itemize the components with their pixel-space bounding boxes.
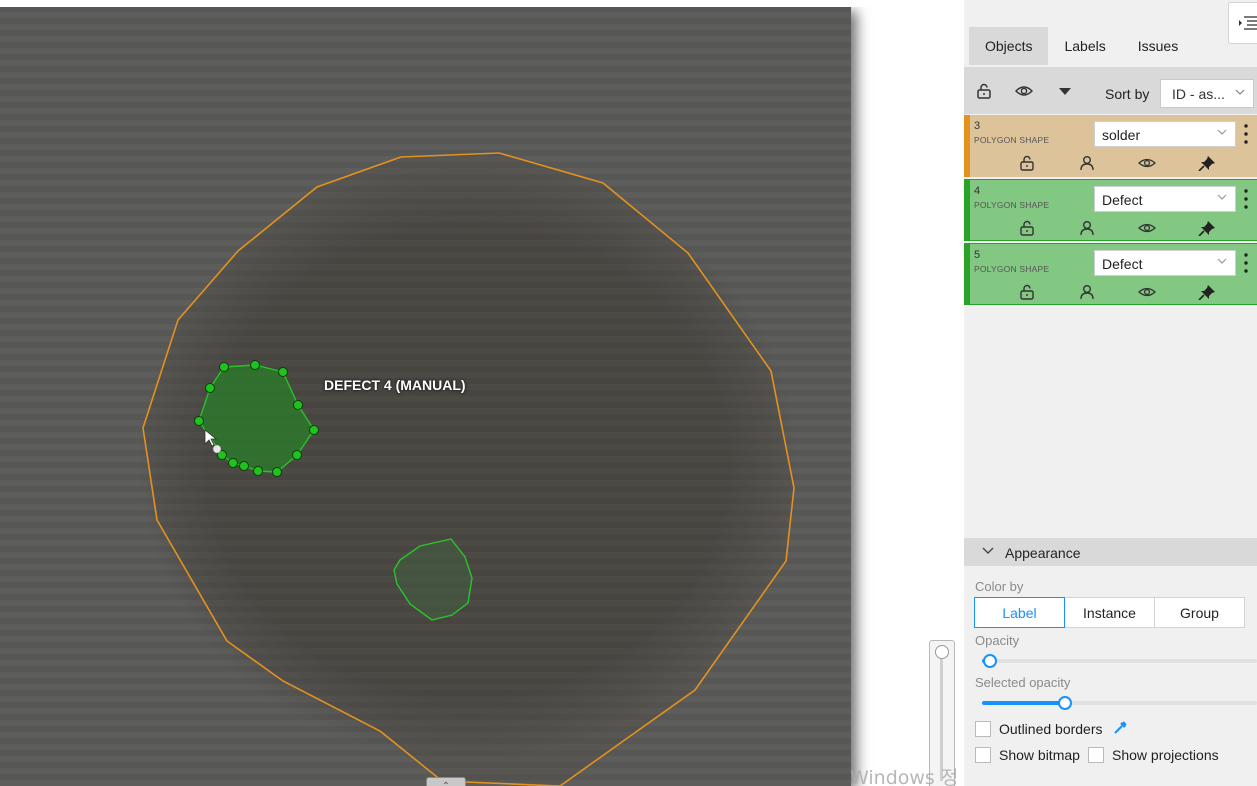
chevron-down-icon: [1217, 129, 1227, 135]
more-options-icon[interactable]: [1244, 188, 1248, 210]
show-projections-label: Show projections: [1112, 747, 1219, 763]
eye-icon[interactable]: [1138, 220, 1156, 236]
polygon-vertex-handle[interactable]: [293, 400, 303, 410]
user-icon[interactable]: [1078, 155, 1096, 171]
object-card[interactable]: 5 POLYGON SHAPE Defect: [964, 243, 1257, 305]
more-options-icon[interactable]: [1244, 252, 1248, 274]
eye-icon[interactable]: [1138, 284, 1156, 300]
appearance-header[interactable]: Appearance: [964, 538, 1257, 566]
object-label-value: Defect: [1102, 192, 1143, 208]
outlined-borders-row[interactable]: Outlined borders: [975, 720, 1128, 737]
polygon-vertex-handle[interactable]: [205, 383, 215, 393]
polygon-vertex-handle[interactable]: [250, 360, 260, 370]
object-label-value: Defect: [1102, 256, 1143, 272]
pin-icon[interactable]: [1198, 155, 1216, 171]
object-label-select[interactable]: Defect: [1094, 186, 1236, 212]
show-projections-checkbox[interactable]: [1088, 747, 1104, 763]
polygon-vertex-handle[interactable]: [309, 425, 319, 435]
opacity-slider[interactable]: [982, 654, 1257, 668]
objects-toolbar: Sort by ID - as...: [964, 67, 1257, 114]
selected-opacity-slider-fill: [982, 701, 1065, 705]
scroll-up-button[interactable]: ⌃: [426, 777, 466, 786]
polygon-vertex-handle[interactable]: [194, 416, 204, 426]
caret-down-icon[interactable]: [1056, 83, 1074, 99]
opacity-label: Opacity: [975, 633, 1020, 648]
lock-open-icon[interactable]: [1018, 284, 1036, 300]
color-picker-icon[interactable]: [1112, 720, 1128, 736]
show-bitmap-checkbox[interactable]: [975, 747, 991, 763]
sort-by-select[interactable]: ID - as...: [1160, 79, 1254, 108]
show-bitmap-row[interactable]: Show bitmap: [975, 747, 1080, 763]
color-by-instance-button[interactable]: Instance: [1064, 597, 1155, 628]
object-type: POLYGON SHAPE: [974, 264, 1050, 274]
object-card[interactable]: 4 POLYGON SHAPE Defect: [964, 179, 1257, 241]
outlined-borders-checkbox[interactable]: [975, 721, 991, 737]
polygon-vertex-handle[interactable]: [239, 461, 249, 471]
selected-opacity-slider[interactable]: [982, 696, 1257, 710]
activation-watermark: Windows 정품 인증: [850, 767, 959, 786]
sort-by-label: Sort by: [1105, 86, 1150, 102]
object-id: 4: [974, 185, 981, 197]
tab-objects[interactable]: Objects: [969, 27, 1049, 65]
selected-opacity-label: Selected opacity: [975, 675, 1071, 690]
show-bitmap-label: Show bitmap: [999, 747, 1080, 763]
object-color-stripe: [964, 244, 970, 304]
object-type: POLYGON SHAPE: [974, 200, 1050, 210]
polygon-vertex-handle[interactable]: [228, 458, 238, 468]
object-id: 3: [974, 120, 981, 132]
annotation-overlay[interactable]: [0, 7, 964, 786]
color-by-group-button[interactable]: Group: [1154, 597, 1245, 628]
polygon-vertex-handle[interactable]: [253, 466, 263, 476]
color-by-group: Label Instance Group: [974, 597, 1245, 628]
indent-menu-icon: [1239, 16, 1257, 30]
more-options-icon[interactable]: [1244, 123, 1248, 145]
selected-opacity-slider-handle[interactable]: [1057, 696, 1072, 710]
pin-icon[interactable]: [1198, 284, 1216, 300]
appearance-title: Appearance: [1005, 545, 1081, 561]
user-icon[interactable]: [1078, 284, 1096, 300]
chevron-down-icon: [982, 547, 994, 554]
object-label-select[interactable]: Defect: [1094, 250, 1236, 276]
object-label-value: solder: [1102, 127, 1141, 143]
object-type: POLYGON SHAPE: [974, 135, 1050, 145]
object-card[interactable]: 3 POLYGON SHAPE solder: [964, 115, 1257, 177]
outlined-borders-label: Outlined borders: [999, 721, 1103, 737]
eye-icon[interactable]: [1015, 83, 1033, 99]
opacity-slider-handle[interactable]: [983, 654, 998, 668]
defect-annotation-label: DEFECT 4 (MANUAL): [324, 377, 466, 393]
object-color-stripe: [964, 115, 970, 177]
chevron-down-icon: [1217, 258, 1227, 264]
object-label-select[interactable]: solder: [1094, 121, 1236, 147]
polygon-vertex-handle[interactable]: [278, 367, 288, 377]
sort-by-value: ID - as...: [1172, 86, 1225, 102]
eye-icon[interactable]: [1138, 155, 1156, 171]
chevron-down-icon: [1235, 89, 1245, 95]
zoom-handle[interactable]: [935, 645, 949, 659]
zoom-track: [940, 653, 943, 781]
lock-open-icon[interactable]: [1018, 220, 1036, 236]
show-projections-row[interactable]: Show projections: [1088, 747, 1219, 763]
color-by-label: Color by: [975, 579, 1024, 594]
lock-open-icon[interactable]: [975, 83, 993, 99]
user-icon[interactable]: [1078, 220, 1096, 236]
tab-labels[interactable]: Labels: [1048, 27, 1121, 65]
annotation-canvas[interactable]: DEFECT 4 (MANUAL) ⌃ Windows 정품 인증: [0, 7, 964, 786]
polygon-vertex-handle[interactable]: [219, 362, 229, 372]
object-color-stripe: [964, 180, 970, 240]
sidebar-toggle-button[interactable]: [1228, 2, 1257, 44]
objects-sidebar: Objects Labels Issues Sort by ID - as...…: [964, 0, 1257, 786]
polygon-vertex-handle[interactable]: [272, 467, 282, 477]
tab-issues[interactable]: Issues: [1122, 27, 1194, 65]
pin-icon[interactable]: [1198, 220, 1216, 236]
polygon-vertex-handle[interactable]: [292, 450, 302, 460]
chevron-down-icon: [1217, 194, 1227, 200]
lock-open-icon[interactable]: [1018, 155, 1036, 171]
sidebar-tabs: Objects Labels Issues: [969, 27, 1194, 65]
object-id: 5: [974, 249, 981, 261]
color-by-label-button[interactable]: Label: [974, 597, 1065, 628]
